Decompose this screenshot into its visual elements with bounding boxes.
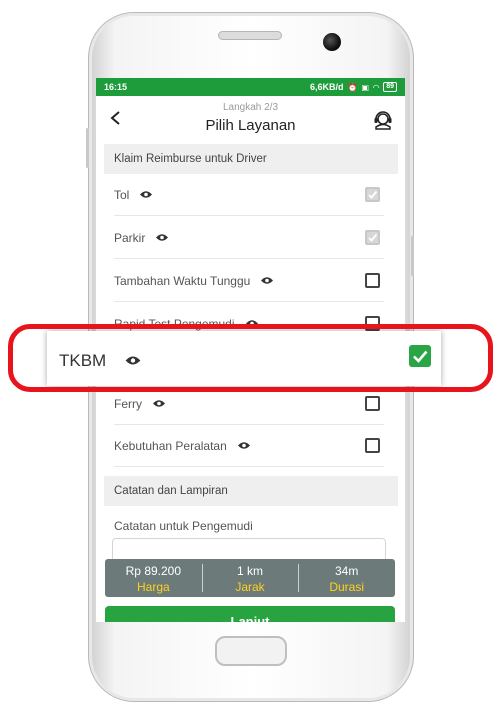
eye-icon[interactable] — [155, 233, 169, 242]
checkbox[interactable] — [365, 273, 380, 288]
duration-value: 34m — [335, 564, 359, 578]
status-indicators: 6,6KB/d ⏰ ▣ ◠ 89 — [310, 82, 397, 92]
item-label: Kebutuhan Peralatan — [114, 438, 227, 453]
item-label: Parkir — [114, 230, 146, 245]
reimburse-item-waktu-tunggu[interactable]: Tambahan Waktu Tunggu — [114, 260, 384, 302]
front-camera — [323, 33, 341, 51]
highlight-frame — [8, 324, 493, 392]
checkbox-checked-disabled — [365, 187, 380, 202]
eye-icon[interactable] — [152, 399, 166, 408]
volume-button — [86, 128, 89, 168]
checkbox[interactable] — [365, 438, 380, 453]
distance-value: 1 km — [237, 564, 264, 578]
item-label: Tol — [114, 187, 130, 202]
trip-summary-bar: Rp 89.200 Harga 1 km Jarak 34m Durasi — [105, 559, 395, 597]
wifi-icon: ◠ — [373, 82, 380, 92]
item-label: Tambahan Waktu Tunggu — [114, 273, 251, 288]
reimburse-item-peralatan[interactable]: Kebutuhan Peralatan — [114, 425, 384, 467]
checkbox-checked-disabled — [365, 230, 380, 245]
summary-duration: 34m Durasi — [298, 559, 395, 597]
network-speed: 6,6KB/d — [310, 82, 344, 92]
duration-label: Durasi — [329, 580, 365, 594]
top-bar: Langkah 2/3 Pilih Layanan — [96, 96, 405, 142]
distance-label: Jarak — [235, 580, 265, 594]
status-time: 16:15 — [104, 82, 128, 92]
eye-icon[interactable] — [260, 276, 274, 285]
summary-distance: 1 km Jarak — [201, 559, 299, 597]
price-label: Harga — [136, 580, 170, 594]
customer-service-icon[interactable] — [373, 108, 393, 130]
battery-icon: 89 — [383, 82, 397, 92]
page-title: Pilih Layanan — [205, 117, 296, 134]
power-button — [411, 236, 414, 276]
home-button[interactable] — [215, 636, 287, 666]
reimburse-item-parkir[interactable]: Parkir — [114, 217, 384, 259]
alarm-icon: ⏰ — [347, 82, 358, 92]
section-notes-title: Catatan dan Lampiran — [104, 476, 398, 506]
driver-notes-label: Catatan untuk Pengemudi — [114, 519, 253, 533]
price-value: Rp 89.200 — [125, 564, 182, 578]
step-indicator: Langkah 2/3 — [222, 102, 279, 113]
item-label: Ferry — [114, 396, 142, 411]
speaker-grille — [218, 31, 282, 40]
status-bar: 16:15 6,6KB/d ⏰ ▣ ◠ 89 — [96, 78, 405, 96]
section-reimburse-title: Klaim Reimburse untuk Driver — [104, 144, 398, 174]
eye-icon[interactable] — [139, 190, 153, 199]
checkbox[interactable] — [365, 396, 380, 411]
sim-icon: ▣ — [361, 82, 370, 92]
next-button[interactable]: Lanjut — [105, 606, 395, 622]
summary-price: Rp 89.200 Harga — [105, 559, 202, 597]
reimburse-item-tol[interactable]: Tol — [114, 174, 384, 216]
eye-icon[interactable] — [237, 441, 251, 450]
